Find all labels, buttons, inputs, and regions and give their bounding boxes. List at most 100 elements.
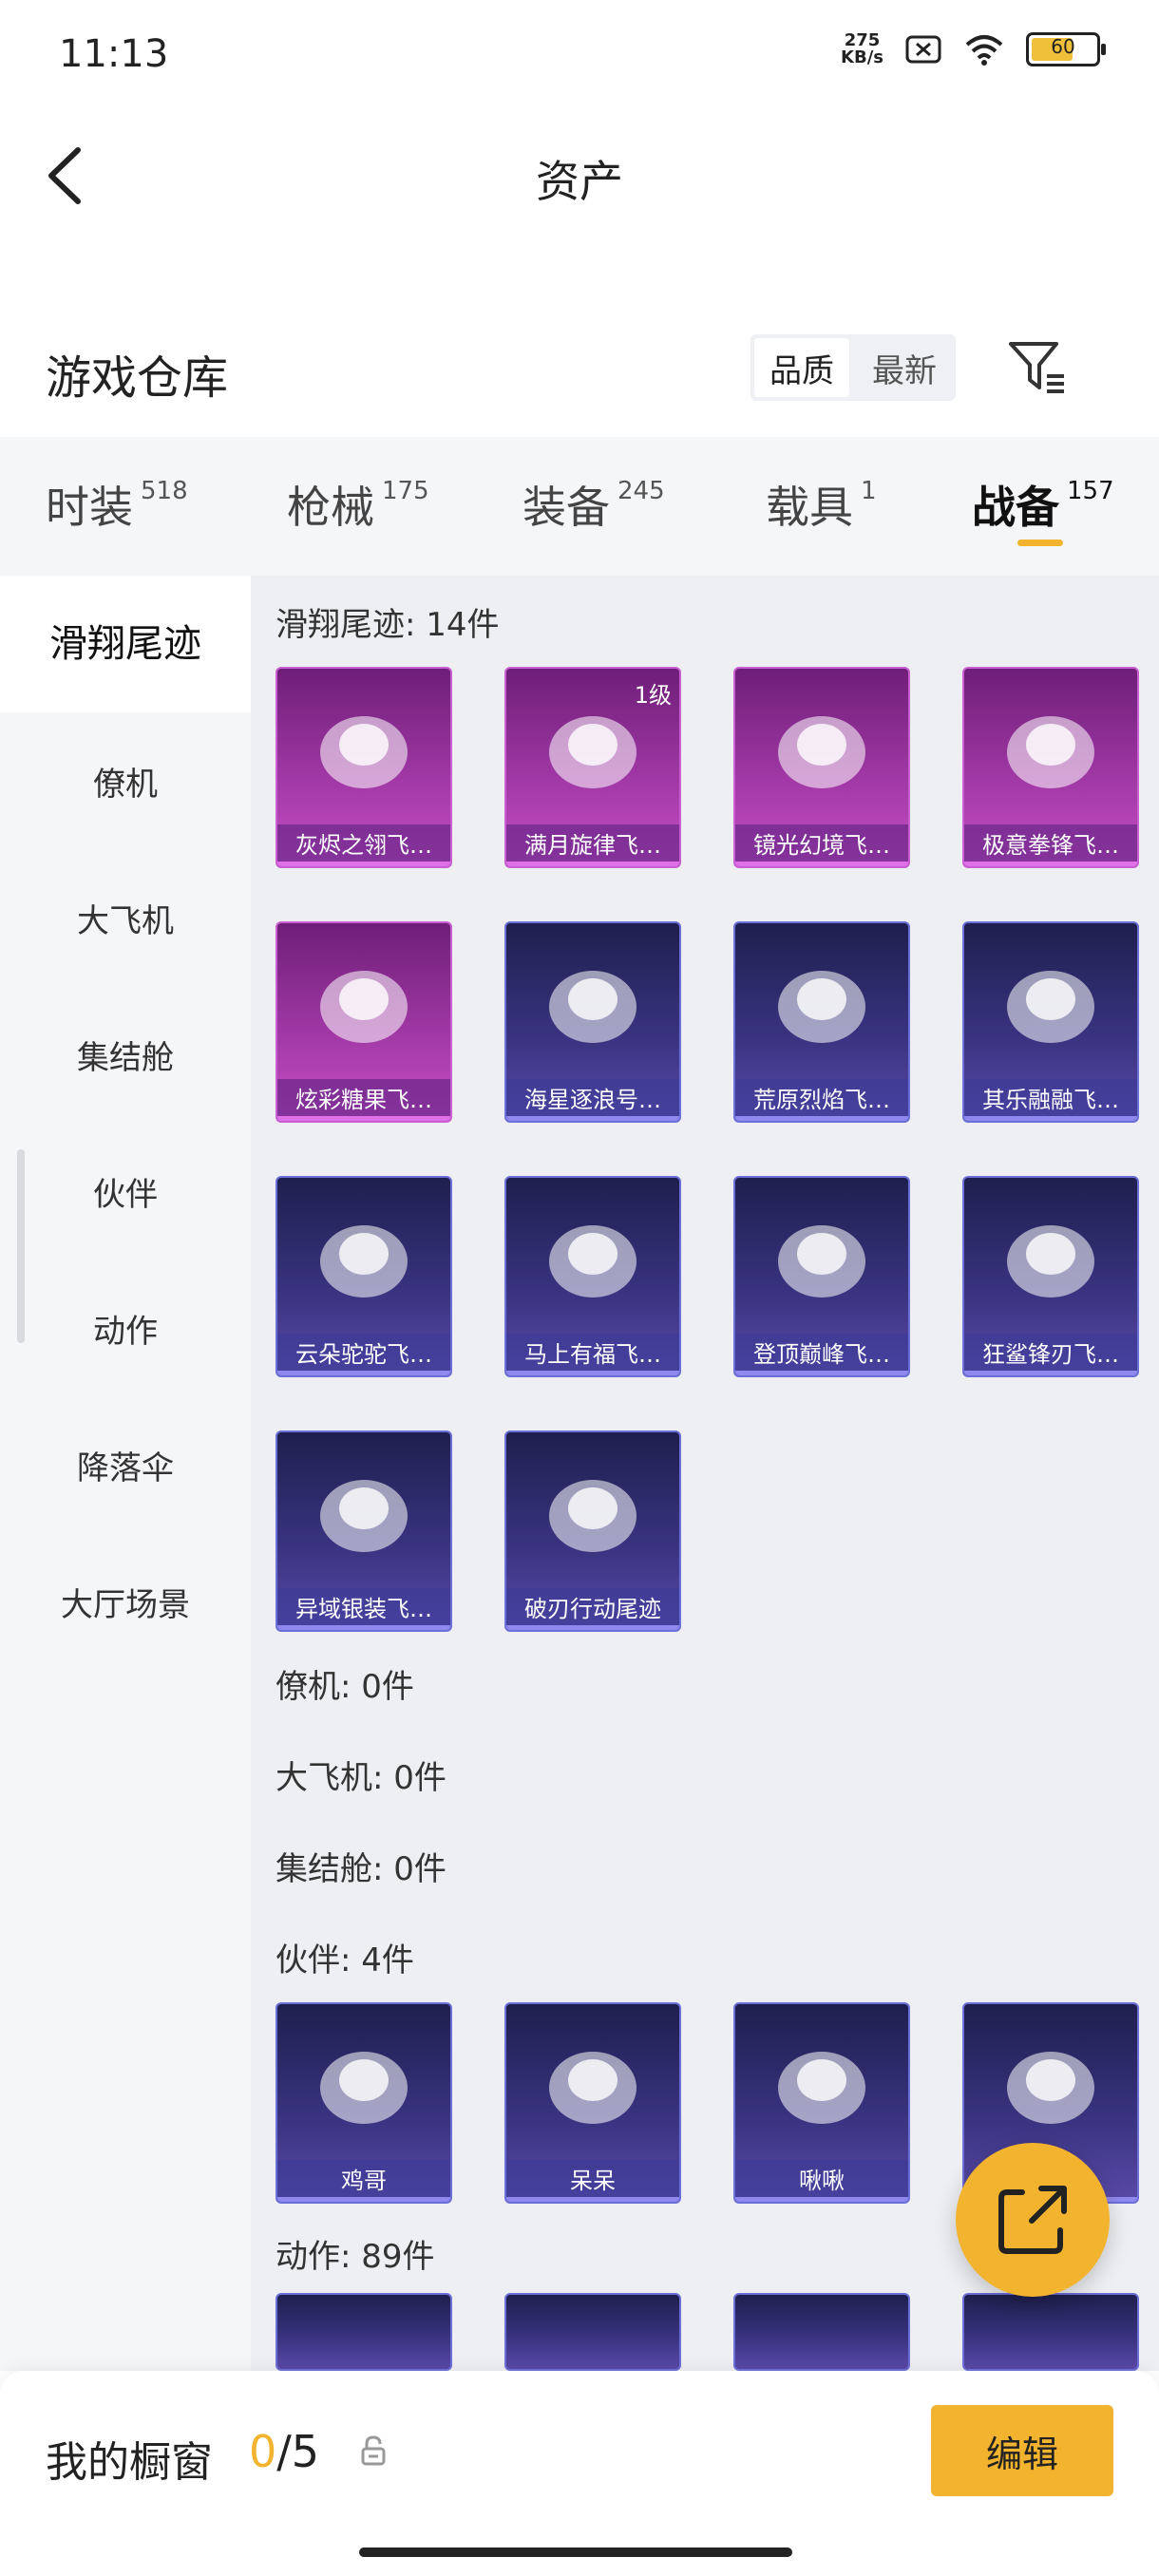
glide-trail-item[interactable]: 马上有福飞… — [504, 1176, 681, 1377]
tab-fashion[interactable]: 时装 518 — [46, 473, 188, 536]
battery-level: 60 — [1051, 35, 1075, 58]
status-time: 11:13 — [59, 32, 169, 76]
battery-icon: 60 — [1026, 32, 1106, 66]
showcase-total: /5 — [276, 2426, 320, 2477]
item-image — [277, 1187, 450, 1330]
item-image — [735, 2014, 908, 2156]
tab-label: 时装 — [46, 482, 133, 533]
item-name: 啾啾 — [735, 2160, 908, 2202]
sidebar-item-glide-trail[interactable]: 滑翔尾迹 — [0, 576, 251, 712]
sidebar-item-partner[interactable]: 伙伴 — [0, 1168, 251, 1215]
tab-label: 载具 — [766, 482, 853, 533]
glide-trail-item[interactable]: 其乐融融飞… — [962, 921, 1139, 1123]
item-name: 海星逐浪号… — [506, 1079, 679, 1121]
sort-toggle: 品质 最新 — [750, 334, 956, 401]
tab-count: 245 — [618, 477, 665, 505]
lock-icon — [361, 2435, 386, 2466]
item-name: 荒原烈焰飞… — [735, 1079, 908, 1121]
warehouse-title: 游戏仓库 — [46, 351, 229, 405]
section-label-wingman: 僚机: 0件 — [276, 1668, 414, 1706]
sidebar-item-wingman[interactable]: 僚机 — [0, 758, 251, 805]
section-label-action: 动作: 89件 — [276, 2238, 435, 2276]
glide-trail-item[interactable]: 1级满月旋律飞… — [504, 667, 681, 868]
section-label-pod: 集结舱: 0件 — [276, 1850, 446, 1888]
item-image — [735, 678, 908, 821]
glide-trail-item[interactable]: 异域银装飞… — [276, 1430, 452, 1632]
item-image — [277, 1442, 450, 1584]
glide-trail-item[interactable]: 云朵驼驼飞… — [276, 1176, 452, 1377]
tab-label: 枪械 — [287, 482, 374, 533]
sidebar-item-lobby-scene[interactable]: 大厅场景 — [0, 1579, 251, 1625]
item-name: 异域银装飞… — [277, 1588, 450, 1630]
item-name: 满月旋律飞… — [506, 824, 679, 866]
item-name: 登顶巅峰飞… — [735, 1334, 908, 1375]
sim-off-icon — [905, 35, 941, 64]
edit-button[interactable]: 编辑 — [931, 2405, 1113, 2496]
partner-item[interactable]: 啾啾 — [733, 2002, 910, 2204]
item-image — [277, 933, 450, 1075]
item-name: 镜光幻境飞… — [735, 824, 908, 866]
item-image — [735, 1187, 908, 1330]
item-image — [506, 933, 679, 1075]
glide-trail-item[interactable]: 炫彩糖果飞… — [276, 921, 452, 1123]
item-name: 破刃行动尾迹 — [506, 1588, 679, 1630]
glide-trail-item[interactable]: 破刃行动尾迹 — [504, 1430, 681, 1632]
glide-trail-item[interactable]: 登顶巅峰飞… — [733, 1176, 910, 1377]
action-item[interactable] — [733, 2293, 910, 2371]
item-image — [964, 1187, 1137, 1330]
item-image — [506, 2014, 679, 2156]
item-image — [964, 678, 1137, 821]
tab-count: 518 — [141, 477, 188, 505]
tab-equipment[interactable]: 装备 245 — [522, 473, 665, 536]
section-label-glide-trail: 滑翔尾迹: 14件 — [276, 606, 500, 644]
item-image — [735, 933, 908, 1075]
item-name: 炫彩糖果飞… — [277, 1079, 450, 1121]
tab-count: 1 — [861, 477, 877, 505]
network-speed-unit: KB/s — [841, 47, 884, 67]
tab-count: 175 — [382, 477, 429, 505]
page-title: 资产 — [536, 156, 623, 207]
tab-guns[interactable]: 枪械 175 — [287, 473, 429, 536]
sidebar-item-plane[interactable]: 大飞机 — [0, 895, 251, 941]
home-indicator[interactable] — [359, 2548, 792, 2557]
item-list: 滑翔尾迹: 14件 灰烬之翎飞… 1级满月旋律飞… 镜光幻境飞… 极意拳锋飞… 炫彩糖果… — [251, 576, 1159, 2371]
item-name: 马上有福飞… — [506, 1334, 679, 1375]
item-name: 其乐融融飞… — [964, 1079, 1137, 1121]
glide-trail-item[interactable]: 镜光幻境飞… — [733, 667, 910, 868]
showcase-current: 0 — [249, 2426, 277, 2477]
item-name: 云朵驼驼飞… — [277, 1334, 450, 1375]
glide-trail-item[interactable]: 海星逐浪号… — [504, 921, 681, 1123]
item-level-badge: 1级 — [634, 682, 672, 709]
tab-vehicles[interactable]: 载具 1 — [766, 473, 877, 536]
action-item[interactable] — [962, 2293, 1139, 2371]
sort-quality-button[interactable]: 品质 — [754, 338, 849, 397]
item-image — [277, 2014, 450, 2156]
item-name: 灰烬之翎飞… — [277, 824, 450, 866]
glide-trail-item[interactable]: 荒原烈焰飞… — [733, 921, 910, 1123]
glide-trail-item[interactable]: 极意拳锋飞… — [962, 667, 1139, 868]
sidebar-item-pod[interactable]: 集结舱 — [0, 1032, 251, 1078]
action-item[interactable] — [276, 2293, 452, 2371]
tab-count: 157 — [1067, 477, 1114, 505]
action-item[interactable] — [504, 2293, 681, 2371]
sidebar-item-parachute[interactable]: 降落伞 — [0, 1442, 251, 1488]
external-link-icon — [998, 2186, 1067, 2254]
sidebar-item-action[interactable]: 动作 — [0, 1305, 251, 1352]
partner-item[interactable]: 呆呆 — [504, 2002, 681, 2204]
tab-combat-gear[interactable]: 战备 157 — [972, 473, 1114, 536]
share-button[interactable] — [956, 2143, 1110, 2297]
item-name: 呆呆 — [506, 2160, 679, 2202]
showcase-count: 0/5 — [249, 2426, 319, 2477]
item-image — [506, 1442, 679, 1584]
section-label-partner: 伙伴: 4件 — [276, 1941, 414, 1979]
item-name: 极意拳锋飞… — [964, 824, 1137, 866]
sidebar-scrollbar[interactable] — [17, 1149, 25, 1343]
sidebar: 滑翔尾迹 僚机 大飞机 集结舱 伙伴 动作 降落伞 大厅场景 — [0, 576, 251, 2371]
active-tab-indicator — [1017, 540, 1063, 546]
showcase-label: 我的橱窗 — [46, 2438, 213, 2487]
filter-icon[interactable] — [1007, 338, 1068, 397]
sort-latest-button[interactable]: 最新 — [857, 338, 952, 397]
partner-item[interactable]: 鸡哥 — [276, 2002, 452, 2204]
glide-trail-item[interactable]: 狂鲨锋刃飞… — [962, 1176, 1139, 1377]
glide-trail-item[interactable]: 灰烬之翎飞… — [276, 667, 452, 868]
